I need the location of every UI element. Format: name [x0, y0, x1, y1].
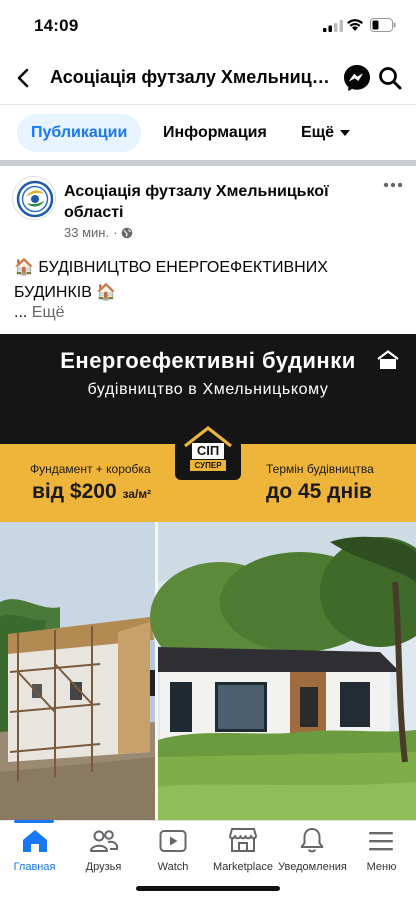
post-author-name[interactable]: Асоціація футзалу Хмельницької області: [64, 181, 364, 223]
battery-icon: [370, 18, 396, 32]
see-more-link[interactable]: ... Ещё: [14, 304, 65, 322]
bottom-nav: Главная Друзья Watch Marketplace Уведомл…: [0, 820, 416, 900]
meta-dot: ·: [113, 225, 118, 240]
nav-home[interactable]: Главная: [0, 821, 69, 881]
nav-watch[interactable]: Watch: [138, 821, 208, 881]
nav-menu-label: Меню: [366, 861, 397, 873]
messenger-icon[interactable]: [342, 63, 372, 93]
nav-friends[interactable]: Друзья: [69, 821, 138, 881]
futsal-logo-icon: [16, 180, 54, 218]
ad-price-unit: за/м²: [122, 487, 152, 501]
profile-tabs: Публикации Информация Ещё: [0, 112, 416, 156]
tab-more[interactable]: Ещё: [301, 114, 351, 152]
more-options-icon[interactable]: [382, 179, 404, 191]
wifi-icon: [347, 19, 363, 31]
nav-home-label: Главная: [13, 861, 56, 873]
friends-icon: [90, 830, 119, 852]
house-outline-icon: [377, 350, 399, 369]
see-more-ellipsis: ...: [14, 304, 28, 321]
bell-icon: [300, 828, 324, 853]
nav-watch-label: Watch: [157, 861, 189, 873]
ad-title: Енергоефективні будинки: [60, 348, 356, 373]
ad-left-value: від $200 за/м²: [32, 480, 151, 504]
back-arrow-icon[interactable]: [12, 66, 36, 90]
status-bar: 14:09: [0, 0, 416, 50]
see-more-label: Ещё: [31, 304, 65, 321]
nav-friends-label: Друзья: [85, 861, 122, 873]
marketplace-icon: [229, 828, 257, 852]
header-divider: [0, 104, 416, 105]
ad-right-label: Термін будівництва: [266, 462, 374, 476]
home-icon: [23, 830, 47, 852]
post-image[interactable]: Енергоефективні будинки будівництво в Хм…: [0, 334, 416, 820]
post-time[interactable]: 33 мин.: [64, 225, 109, 240]
tab-about[interactable]: Информация: [163, 114, 267, 152]
section-separator: [0, 160, 416, 166]
nav-marketplace-label: Marketplace: [213, 861, 273, 873]
page-header: Асоціація футзалу Хмельниць...: [0, 56, 416, 102]
post-meta: 33 мин. ·: [64, 225, 133, 240]
house-photos: [0, 522, 416, 820]
nav-marketplace[interactable]: Marketplace: [208, 821, 278, 881]
search-icon[interactable]: [377, 65, 403, 91]
ad-right-value: до 45 днів: [266, 480, 372, 503]
watch-icon: [159, 830, 187, 852]
status-time: 14:09: [34, 16, 79, 35]
page-title: Асоціація футзалу Хмельниць...: [50, 67, 335, 87]
page-avatar[interactable]: [12, 176, 56, 220]
logo-text-super: СУПЕР: [194, 461, 222, 470]
ad-subtitle: будівництво в Хмельницькому: [87, 381, 329, 398]
nav-notifications[interactable]: Уведомления: [278, 821, 347, 881]
menu-icon: [369, 832, 393, 851]
caret-down-icon: [340, 129, 351, 136]
nav-menu[interactable]: Меню: [347, 821, 416, 881]
post-text: 🏠 БУДІВНИЦТВО ЕНЕРГОЕФЕКТИВНИХ БУДИНКІВ …: [14, 259, 328, 301]
tab-posts[interactable]: Публикации: [17, 114, 142, 152]
ad-left-label: Фундамент + коробка: [30, 462, 151, 476]
sip-super-logo: СІП СУПЕР: [175, 422, 241, 480]
tab-more-label: Ещё: [301, 124, 335, 141]
logo-text-sip: СІП: [196, 443, 220, 458]
ad-price: від $200: [32, 480, 117, 503]
nav-notifications-label: Уведомления: [278, 861, 347, 873]
home-indicator-bar: [136, 886, 280, 891]
globe-icon: [122, 227, 133, 238]
cellular-signal-icon: [323, 20, 343, 32]
